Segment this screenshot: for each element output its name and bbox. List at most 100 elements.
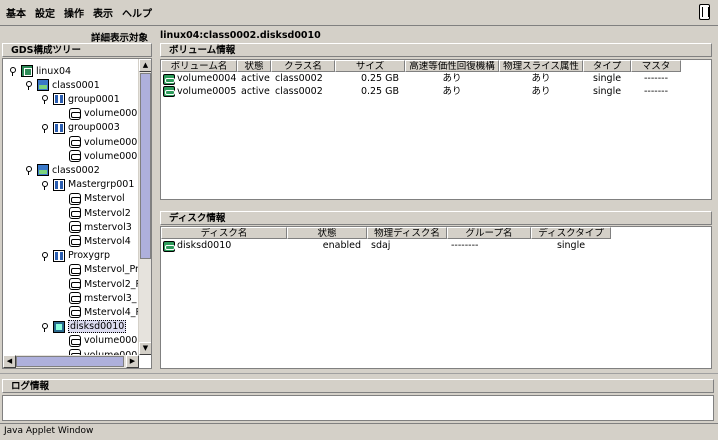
volume-cell: volume0004 [177,73,237,84]
scroll-down-icon[interactable]: ▼ [139,342,151,355]
volume-icon [69,136,81,148]
tree-node[interactable]: class0001 [25,78,100,92]
tree-horizontal-thumb[interactable] [16,356,124,367]
horizontal-splitter[interactable] [0,373,718,374]
tree-node[interactable]: Proxygrp [41,249,110,263]
group-icon [53,178,65,191]
tree-node[interactable]: volume000 [57,348,137,355]
tree-node-label: Mstervol4 [84,235,131,247]
disk-column-header[interactable]: 物理ディスク名 [367,227,447,239]
volume-column-header[interactable]: ボリューム名 [161,60,237,72]
table-row[interactable] [161,240,711,252]
status-bar: Java Applet Window [0,423,718,440]
tree-node[interactable]: linux04 [9,64,71,78]
tree-node[interactable]: volume000 [57,149,137,163]
volume-cell: ------- [644,73,668,84]
disk-column-header[interactable]: グループ名 [447,227,531,239]
tree-node[interactable]: group0003 [41,121,120,135]
volume-icon [69,107,81,120]
volume-panel-title: ボリューム情報 [160,43,712,57]
volume-cell: class0002 [275,85,323,97]
tree-node[interactable]: Mstervol4 [57,234,131,248]
tree-node[interactable]: disksd0010 [41,320,127,334]
menu-bar: 基本 設定 操作 表示 ヘルプ [0,0,718,24]
scroll-right-icon[interactable]: ▶ [126,355,139,368]
volume-cell: あり [442,85,462,97]
tree-node[interactable]: mstervol3 [57,220,132,234]
tree-node-label: Proxygrp [68,250,110,262]
tree-node[interactable]: Mstervol2_P [57,277,139,291]
tree-node[interactable]: Mstervol2 [57,206,131,220]
disk-icon [53,320,65,333]
menu-settings[interactable]: 設定 [35,5,55,20]
volume-icon [163,73,175,85]
expand-handle-icon[interactable] [41,322,49,332]
volume-column-header[interactable]: サイズ [335,60,405,72]
menu-help[interactable]: ヘルプ [122,5,152,20]
tree-node-label: volume000 [84,335,138,347]
expand-handle-icon[interactable] [41,123,49,133]
detail-target-label: 詳細表示対象 [90,33,148,44]
volume-table[interactable]: ボリューム名 状態 クラス名 サイズ 高速等価性回復機構 物理スライス属性 タイプ マスタ vo… [160,59,712,200]
volume-column-header[interactable]: 状態 [237,60,271,72]
tree-node-label: Mstervol_Pr [84,264,139,276]
scroll-up-icon[interactable]: ▲ [139,59,151,72]
disk-column-header[interactable]: ディスクタイプ [531,227,611,239]
volume-column-header[interactable]: タイプ [583,60,631,72]
expand-handle-icon[interactable] [9,66,17,76]
tree-node[interactable]: Mstervol [57,192,125,206]
tree-node[interactable]: volume000 [57,135,137,149]
disk-table[interactable]: ディスク名 状態 物理ディスク名 グループ名 ディスクタイプ disksd0010 enab… [160,226,712,369]
volume-column-header[interactable]: マスタ [631,60,681,72]
log-area[interactable] [2,395,714,421]
disk-column-header[interactable]: 状態 [287,227,367,239]
expand-handle-icon[interactable] [41,94,49,105]
tree-node[interactable]: mstervol3_ [57,291,137,305]
tree-node-label: group0003 [68,122,120,134]
gds-tree[interactable]: linux04 class0001 group0001 volume000 group0… [2,58,152,369]
log-panel-title: ログ情報 [2,379,714,393]
tree-vertical-scrollbar[interactable]: ▲ ▼ [138,59,151,355]
detail-target-value: linux04:class0002.disksd0010 [160,30,321,41]
disk-cell: -------- [451,240,479,251]
expand-handle-icon[interactable] [41,251,49,261]
volume-icon [69,306,81,319]
tree-node[interactable]: Mstervol4_P [57,305,139,319]
volume-cell: single [592,73,622,84]
tree-horizontal-scrollbar[interactable]: ◀ ▶ [3,355,139,368]
tree-node-label: linux04 [36,65,72,77]
tree-node-label: class0002 [52,164,100,176]
vertical-splitter[interactable] [154,28,158,372]
tree-node[interactable]: Mstervol_Pr [57,263,139,277]
expand-handle-icon[interactable] [25,165,33,176]
disk-column-header[interactable]: ディスク名 [161,227,287,239]
menu-view[interactable]: 表示 [93,5,113,20]
tree-node[interactable]: volume000 [57,334,137,348]
volume-icon [69,192,81,205]
menu-basic[interactable]: 基本 [6,5,26,20]
menu-operation[interactable]: 操作 [64,5,84,20]
volume-icon [163,86,175,97]
tree-node-label: Mstervol2 [84,207,131,219]
tree-node-label: Mstervol2_P [84,278,139,290]
volume-column-header[interactable]: 高速等価性回復機構 [405,60,499,72]
tree-node[interactable]: class0002 [25,163,100,177]
tree-node-label: Mstervol [84,193,125,205]
volume-cell: active [241,85,270,97]
volume-column-header[interactable]: 物理スライス属性 [499,60,583,72]
tree-node-label: disksd0010 [68,320,127,334]
volume-cell: single [592,85,622,97]
expand-handle-icon[interactable] [41,180,49,190]
tree-node[interactable]: group0001 [41,92,120,106]
volume-cell: class0002 [275,73,323,84]
tree-node[interactable]: Mastergrp001 [41,178,134,192]
scroll-left-icon[interactable]: ◀ [3,355,16,368]
volume-column-header[interactable]: クラス名 [271,60,335,72]
trash-icon[interactable] [699,4,710,20]
disk-icon [163,240,175,252]
volume-icon [69,334,81,347]
tree-vertical-thumb[interactable] [140,73,151,259]
expand-handle-icon[interactable] [25,80,33,91]
tree-node[interactable]: volume000 [57,107,137,121]
disk-cell: sdaj [371,240,391,251]
